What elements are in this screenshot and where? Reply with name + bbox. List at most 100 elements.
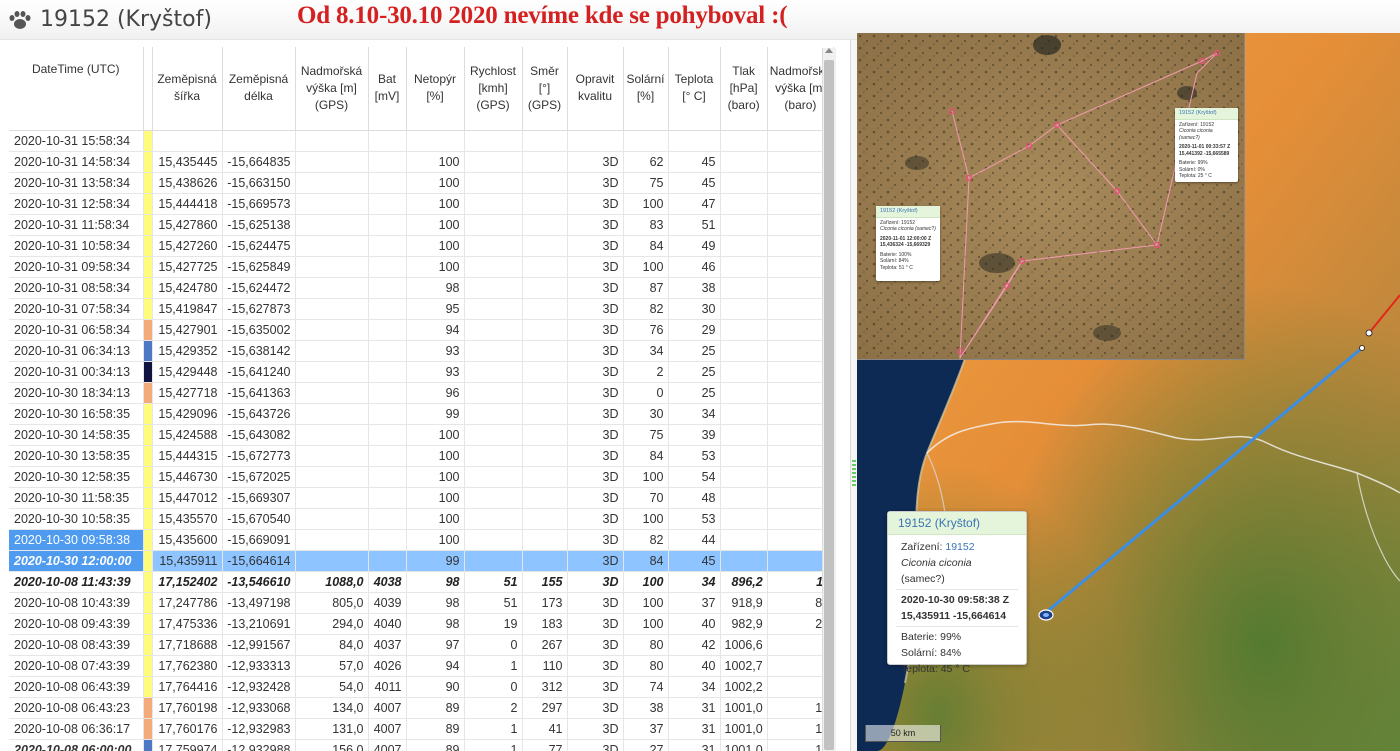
time-of-day-swatch — [143, 466, 153, 488]
table-cell — [668, 130, 721, 152]
time-of-day-swatch — [143, 571, 153, 593]
table-cell: 134,0 — [295, 697, 369, 719]
table-cell — [522, 298, 568, 320]
popup-title: 19152 (Kryštof) — [888, 512, 1026, 535]
column-header-8[interactable]: Směr [°] (GPS) — [522, 47, 568, 131]
map-view[interactable]: 19152 (Kryštof) Zařízení: 19152 Ciconia … — [857, 33, 1400, 751]
table-cell: -12,933313 — [222, 655, 296, 677]
table-row[interactable]: 2020-10-08 06:43:39 17,764416 -12,932428 54… — [9, 676, 835, 698]
table-cell: 48 — [668, 487, 721, 509]
table-cell: 84 — [623, 445, 669, 467]
datetime-cell: 2020-10-08 10:43:39 — [9, 592, 144, 614]
table-cell: 0 — [623, 382, 669, 404]
table-cell: 3D — [567, 424, 624, 446]
table-row[interactable]: 2020-10-31 06:34:13 15,429352 -15,638142 93… — [9, 340, 835, 362]
table-cell — [368, 382, 407, 404]
table-row[interactable]: 2020-10-08 09:43:39 17,475336 -13,210691 29… — [9, 613, 835, 635]
table-row[interactable]: 2020-10-31 15:58:34 — [9, 130, 835, 152]
column-header-11[interactable]: Teplota [° C] — [668, 47, 721, 131]
table-cell: 100 — [623, 193, 669, 215]
table-cell — [522, 550, 568, 572]
table-row[interactable]: 2020-10-08 10:43:39 17,247786 -13,497198 80… — [9, 592, 835, 614]
table-cell — [295, 319, 369, 341]
table-cell: -15,664614 — [222, 550, 296, 572]
location-popup[interactable]: 19152 (Kryštof) Zařízení: 19152 Ciconia … — [887, 511, 1027, 675]
splitter-grip-icon[interactable] — [852, 460, 856, 488]
column-header-7[interactable]: Rychlost [kmh] (GPS) — [464, 47, 523, 131]
table-cell: 93 — [406, 340, 465, 362]
zoom-inset-map[interactable]: 19152 (Kryštof) Zařízení: 19152 Ciconia … — [857, 33, 1245, 360]
table-row[interactable]: 2020-10-30 18:34:13 15,427718 -15,641363 96… — [9, 382, 835, 404]
table-cell — [464, 172, 523, 194]
column-header-10[interactable]: Solární [%] — [623, 47, 669, 131]
table-row[interactable]: 2020-10-08 06:36:17 17,760176 -12,932983 13… — [9, 718, 835, 740]
column-header-5[interactable]: Bat [mV] — [368, 47, 407, 131]
time-of-day-swatch — [143, 739, 153, 751]
column-header-4[interactable]: Nadmořská výška [m] (GPS) — [295, 47, 369, 131]
table-cell: 3D — [567, 361, 624, 383]
table-cell — [522, 340, 568, 362]
table-row[interactable]: 2020-10-31 09:58:34 15,427725 -15,625849 10… — [9, 256, 835, 278]
table-cell: 100 — [406, 193, 465, 215]
table-cell: 100 — [406, 445, 465, 467]
table-cell — [368, 193, 407, 215]
table-row[interactable]: 2020-10-31 11:58:34 15,427860 -15,625138 10… — [9, 214, 835, 236]
column-header-3[interactable]: Zeměpisná délka — [222, 47, 296, 131]
table-cell — [368, 466, 407, 488]
table-row[interactable]: 2020-10-31 08:58:34 15,424780 -15,624472 98… — [9, 277, 835, 299]
table-row[interactable]: 2020-10-08 06:00:00 17,759974 -12,932988 15… — [9, 739, 835, 751]
scroll-up-arrow-icon[interactable] — [825, 48, 833, 53]
column-header-9[interactable]: Opravit kvalitu — [567, 47, 624, 131]
table-cell: 84 — [623, 235, 669, 257]
table-row[interactable]: 2020-10-31 14:58:34 15,435445 -15,664835 10… — [9, 151, 835, 173]
table-row[interactable]: 2020-10-08 06:43:23 17,760198 -12,933068 13… — [9, 697, 835, 719]
table-cell: 98 — [406, 613, 465, 635]
table-cell: 98 — [406, 277, 465, 299]
table-cell — [295, 340, 369, 362]
table-cell — [522, 508, 568, 530]
table-row[interactable]: 2020-10-31 00:34:13 15,429448 -15,641240 93… — [9, 361, 835, 383]
table-row[interactable]: 2020-10-30 10:58:35 15,435570 -15,670540 10… — [9, 508, 835, 530]
table-row[interactable]: 2020-10-31 06:58:34 15,427901 -15,635002 94… — [9, 319, 835, 341]
table-row[interactable]: 2020-10-31 12:58:34 15,444418 -15,669573 10… — [9, 193, 835, 215]
table-cell: 45 — [668, 172, 721, 194]
table-cell: 34 — [668, 403, 721, 425]
datetime-cell: 2020-10-31 10:58:34 — [9, 235, 144, 257]
table-cell — [720, 214, 768, 236]
table-row[interactable]: 2020-10-08 11:43:39 17,152402 -13,546610 10… — [9, 571, 835, 593]
table-row[interactable]: 2020-10-30 14:58:35 15,424588 -15,643082 10… — [9, 424, 835, 446]
table-row[interactable]: 2020-10-31 10:58:34 15,427260 -15,624475 10… — [9, 235, 835, 257]
column-header-2[interactable]: Zeměpisná šířka — [152, 47, 223, 131]
table-cell — [368, 214, 407, 236]
table-row[interactable]: 2020-10-30 09:58:38 15,435600 -15,669091 10… — [9, 529, 835, 551]
datetime-cell: 2020-10-31 06:34:13 — [9, 340, 144, 362]
time-of-day-swatch — [143, 487, 153, 509]
table-row[interactable]: 2020-10-30 11:58:35 15,447012 -15,669307 10… — [9, 487, 835, 509]
table-row[interactable]: 2020-10-31 07:58:34 15,419847 -15,627873 95… — [9, 298, 835, 320]
column-header-12[interactable]: Tlak [hPa] (baro) — [720, 47, 768, 131]
scrollbar-thumb[interactable] — [824, 60, 834, 750]
time-of-day-swatch — [143, 298, 153, 320]
datetime-cell: 2020-10-08 09:43:39 — [9, 613, 144, 635]
datetime-cell: 2020-10-31 12:58:34 — [9, 193, 144, 215]
table-cell: 4011 — [368, 676, 407, 698]
table-row[interactable]: 2020-10-30 12:00:00 15,435911 -15,664614 99… — [9, 550, 835, 572]
table-row[interactable]: 2020-10-30 12:58:35 15,446730 -15,672025 10… — [9, 466, 835, 488]
table-row[interactable]: 2020-10-08 08:43:39 17,718688 -12,991567 84… — [9, 634, 835, 656]
table-cell: 3D — [567, 697, 624, 719]
table-row[interactable]: 2020-10-30 16:58:35 15,429096 -15,643726 99… — [9, 403, 835, 425]
table-cell — [720, 256, 768, 278]
table-cell — [567, 130, 624, 152]
column-header-6[interactable]: Netopýr [%] — [406, 47, 465, 131]
table-cell: 53 — [668, 445, 721, 467]
table-row[interactable]: 2020-10-31 13:58:34 15,438626 -15,663150 10… — [9, 172, 835, 194]
table-cell: 3D — [567, 739, 624, 751]
table-cell: 297 — [522, 697, 568, 719]
table-cell — [295, 403, 369, 425]
table-row[interactable]: 2020-10-30 13:58:35 15,444315 -15,672773 10… — [9, 445, 835, 467]
table-row[interactable]: 2020-10-08 07:43:39 17,762380 -12,933313 57… — [9, 655, 835, 677]
table-cell: -15,638142 — [222, 340, 296, 362]
column-header-1[interactable] — [143, 47, 153, 131]
time-of-day-swatch — [143, 172, 153, 194]
column-header-0[interactable]: DateTime (UTC) — [9, 47, 144, 131]
